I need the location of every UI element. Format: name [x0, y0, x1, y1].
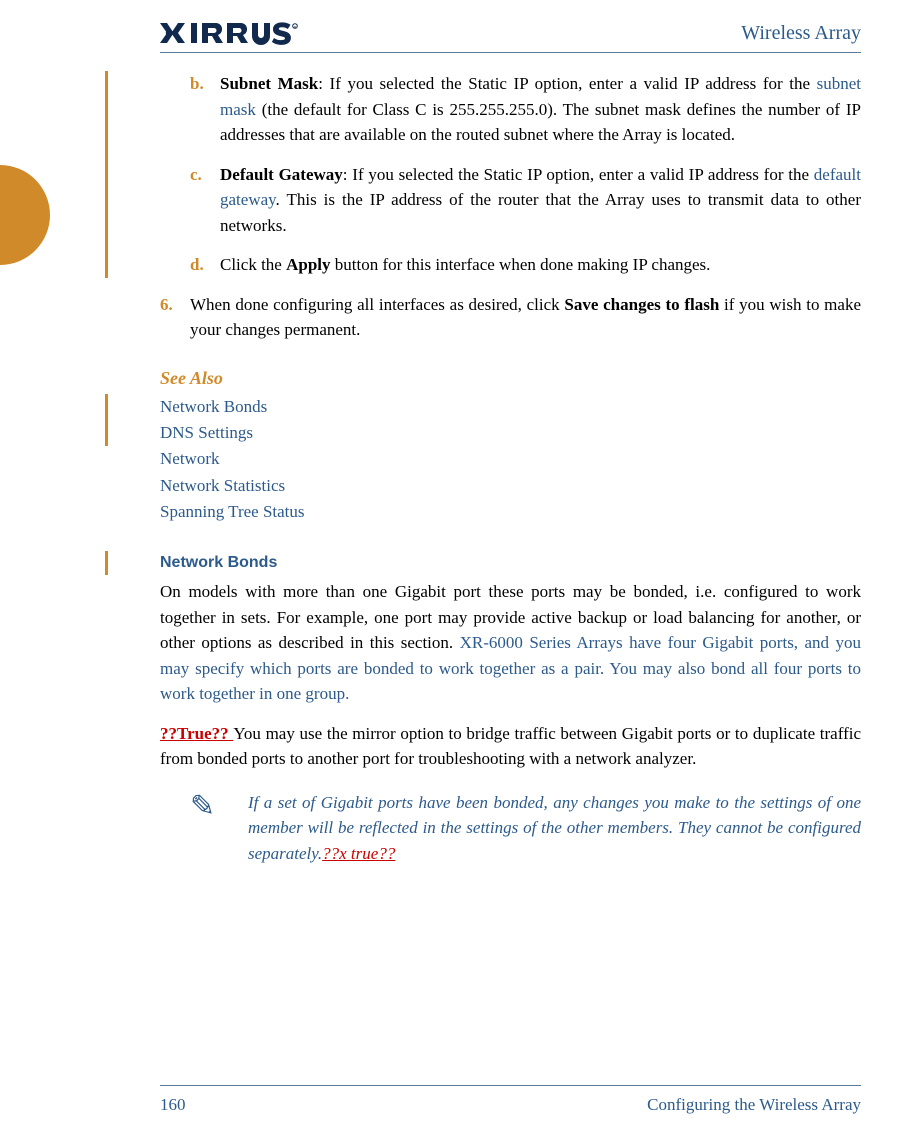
note-icon: ✎ — [190, 790, 248, 867]
editorial-mark: ??True?? — [160, 724, 233, 743]
text-fragment: : If you selected the Static IP option, … — [318, 74, 816, 93]
page-header: R Wireless Array — [160, 18, 861, 53]
xirrus-logo: R — [160, 21, 298, 48]
step-d: d. Click the Apply button for this inter… — [190, 252, 861, 278]
text-fragment: Click the — [220, 255, 286, 274]
step-title: Subnet Mask — [220, 74, 318, 93]
page-footer: 160 Configuring the Wireless Array — [160, 1085, 861, 1118]
step-marker: b. — [190, 71, 220, 148]
step-b: b. Subnet Mask: If you selected the Stat… — [190, 71, 861, 148]
page-number: 160 — [160, 1092, 186, 1118]
text-fragment: (the default for Class C is 255.255.255.… — [220, 100, 861, 145]
step-marker: 6. — [160, 292, 190, 343]
see-also-link[interactable]: Spanning Tree Status — [160, 499, 861, 525]
see-also-link[interactable]: DNS Settings — [160, 420, 861, 446]
footer-section-title: Configuring the Wireless Array — [647, 1092, 861, 1118]
step-body: Click the Apply button for this interfac… — [220, 252, 861, 278]
text-fragment: button for this interface when done maki… — [331, 255, 711, 274]
step-c: c. Default Gateway: If you selected the … — [190, 162, 861, 239]
text-fragment: You may use the mirror option to bridge … — [160, 724, 861, 769]
step-6: 6. When done configuring all interfaces … — [160, 292, 861, 343]
thumb-tab — [0, 165, 50, 265]
see-also-link[interactable]: Network Bonds — [160, 394, 861, 420]
note-block: ✎ If a set of Gigabit ports have been bo… — [190, 790, 861, 867]
see-also-heading: See Also — [160, 365, 861, 392]
see-also-link[interactable]: Network Statistics — [160, 473, 861, 499]
body-paragraph: ??True?? You may use the mirror option t… — [160, 721, 861, 772]
note-body: If a set of Gigabit ports have been bond… — [248, 790, 861, 867]
editorial-mark: ??x true?? — [322, 844, 395, 863]
document-title: Wireless Array — [741, 18, 861, 48]
text-fragment: : If you selected the Static IP option, … — [343, 165, 814, 184]
step-title: Default Gateway — [220, 165, 343, 184]
section-heading-network-bonds: Network Bonds — [160, 551, 861, 575]
step-marker: d. — [190, 252, 220, 278]
save-changes-label: Save changes to flash — [564, 295, 719, 314]
text-fragment: . This is the IP address of the router t… — [220, 190, 861, 235]
text-fragment: When done configuring all interfaces as … — [190, 295, 564, 314]
body-paragraph: On models with more than one Gigabit por… — [160, 579, 861, 707]
step-body: When done configuring all interfaces as … — [190, 292, 861, 343]
see-also-link[interactable]: Network — [160, 446, 861, 472]
svg-text:R: R — [294, 25, 297, 29]
apply-label: Apply — [286, 255, 330, 274]
step-body: Subnet Mask: If you selected the Static … — [220, 71, 861, 148]
step-marker: c. — [190, 162, 220, 239]
step-body: Default Gateway: If you selected the Sta… — [220, 162, 861, 239]
